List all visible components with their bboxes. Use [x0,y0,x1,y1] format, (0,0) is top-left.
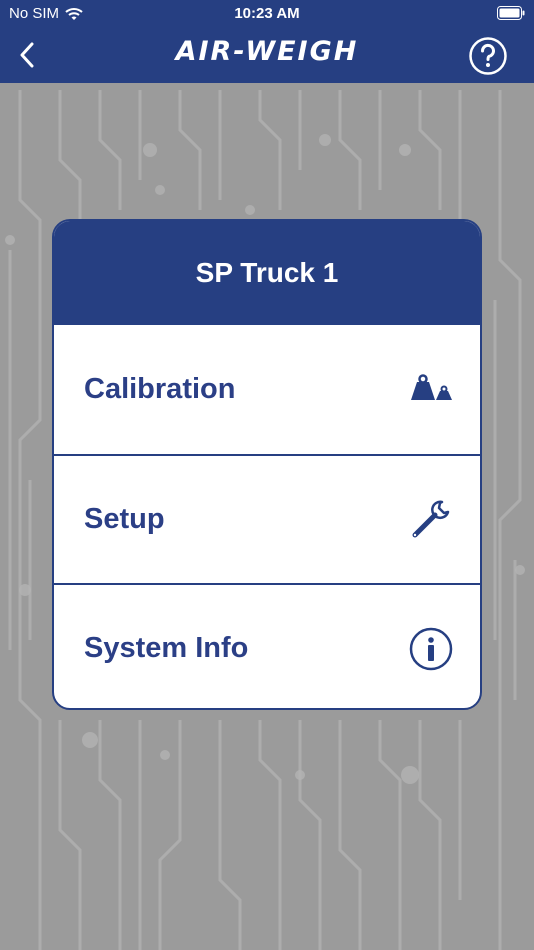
setup-row[interactable]: Setup [54,454,480,583]
status-time: 10:23 AM [234,5,300,22]
system-info-label: System Info [84,632,249,664]
truck-menu-card: SP Truck 1 Calibration Setup System Info [52,219,482,710]
brand-logo: AIR-WEIGH [175,36,359,67]
truck-title: SP Truck 1 [54,221,480,325]
setup-label: Setup [84,503,165,535]
calibration-label: Calibration [84,373,236,405]
nav-bar: AIR-WEIGH [0,28,534,83]
calibration-row[interactable]: Calibration [54,325,480,454]
battery-icon [497,6,525,20]
info-circle-icon [409,627,453,670]
question-circle-icon [469,37,507,75]
system-info-row[interactable]: System Info [54,583,480,708]
wrench-icon [412,500,450,537]
help-button[interactable] [468,36,508,76]
status-bar: No SIM 10:23 AM [0,0,534,28]
weights-icon [411,373,452,400]
